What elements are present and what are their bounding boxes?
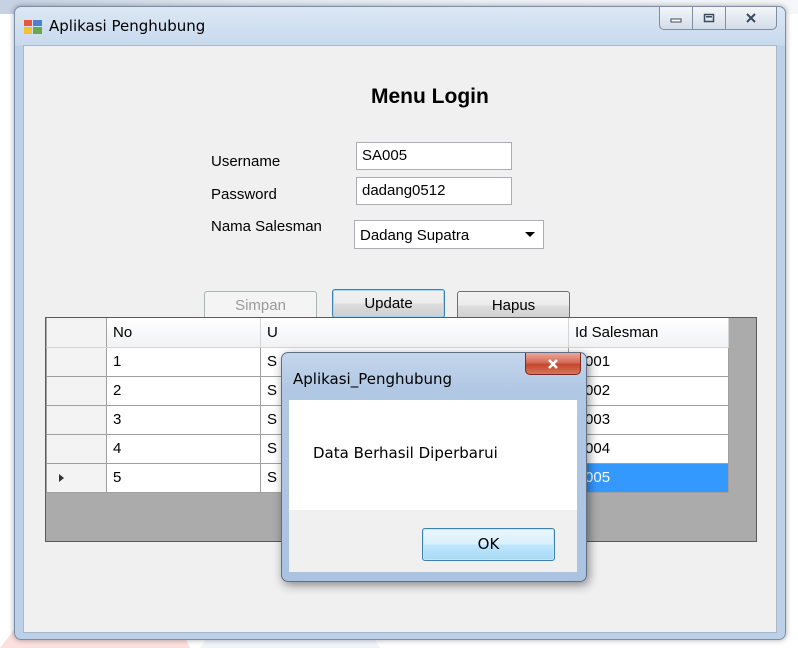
row-header[interactable] xyxy=(46,375,107,406)
maximize-button[interactable] xyxy=(693,7,726,30)
cell-id-salesman[interactable]: S002 xyxy=(568,375,729,406)
window-title: Aplikasi Penghubung xyxy=(49,17,206,35)
row-header[interactable] xyxy=(46,462,107,493)
title-bar[interactable]: Aplikasi Penghubung xyxy=(15,7,785,45)
column-header-id-salesman[interactable]: Id Salesman xyxy=(568,318,729,348)
cell-id-salesman[interactable]: S001 xyxy=(568,346,729,377)
close-button[interactable] xyxy=(726,7,777,30)
form-title: Menu Login xyxy=(371,85,489,108)
username-label: Username xyxy=(211,153,281,170)
simpan-button[interactable]: Simpan xyxy=(204,291,317,320)
update-button[interactable]: Update xyxy=(332,289,445,318)
salesman-select[interactable]: Dadang Supatra xyxy=(354,220,544,249)
dropdown-arrow-icon xyxy=(525,232,535,237)
minimize-icon xyxy=(670,18,682,23)
column-header-no[interactable]: No xyxy=(106,318,261,348)
row-pointer-icon xyxy=(59,473,64,482)
password-label: Password xyxy=(211,186,277,203)
close-icon xyxy=(548,358,558,369)
cell-no[interactable]: 1 xyxy=(106,346,261,377)
window-controls xyxy=(659,7,777,30)
cell-no[interactable]: 3 xyxy=(106,404,261,435)
cell-id-salesman[interactable]: S004 xyxy=(568,433,729,464)
maximize-icon xyxy=(703,13,715,23)
dialog-message: Data Berhasil Diperbarui xyxy=(313,444,498,462)
password-field[interactable]: dadang0512 xyxy=(356,177,512,205)
row-header[interactable] xyxy=(46,346,107,377)
hapus-button[interactable]: Hapus xyxy=(457,291,570,320)
grid-header-row: No U Id Salesman xyxy=(46,318,729,348)
minimize-button[interactable] xyxy=(659,7,693,30)
row-header[interactable] xyxy=(46,404,107,435)
cell-id-salesman[interactable]: S005 xyxy=(568,462,729,493)
dialog-close-button[interactable] xyxy=(525,353,581,375)
salesman-select-value: Dadang Supatra xyxy=(360,227,470,244)
dialog-body: Data Berhasil Diperbarui xyxy=(289,400,577,510)
grid-corner-header xyxy=(46,318,107,348)
cell-no[interactable]: 2 xyxy=(106,375,261,406)
column-header-username[interactable]: U xyxy=(260,318,569,348)
cell-no[interactable]: 5 xyxy=(106,462,261,493)
salesman-label: Nama Salesman xyxy=(211,218,322,235)
message-dialog: Aplikasi_Penghubung Data Berhasil Diperb… xyxy=(281,352,587,582)
app-icon xyxy=(24,20,42,34)
close-icon xyxy=(746,13,756,23)
dialog-title: Aplikasi_Penghubung xyxy=(293,370,453,388)
cell-id-salesman[interactable]: S003 xyxy=(568,404,729,435)
dialog-footer: OK xyxy=(289,510,577,572)
cell-no[interactable]: 4 xyxy=(106,433,261,464)
username-field[interactable]: SA005 xyxy=(356,142,512,170)
ok-button[interactable]: OK xyxy=(422,528,555,561)
row-header[interactable] xyxy=(46,433,107,464)
